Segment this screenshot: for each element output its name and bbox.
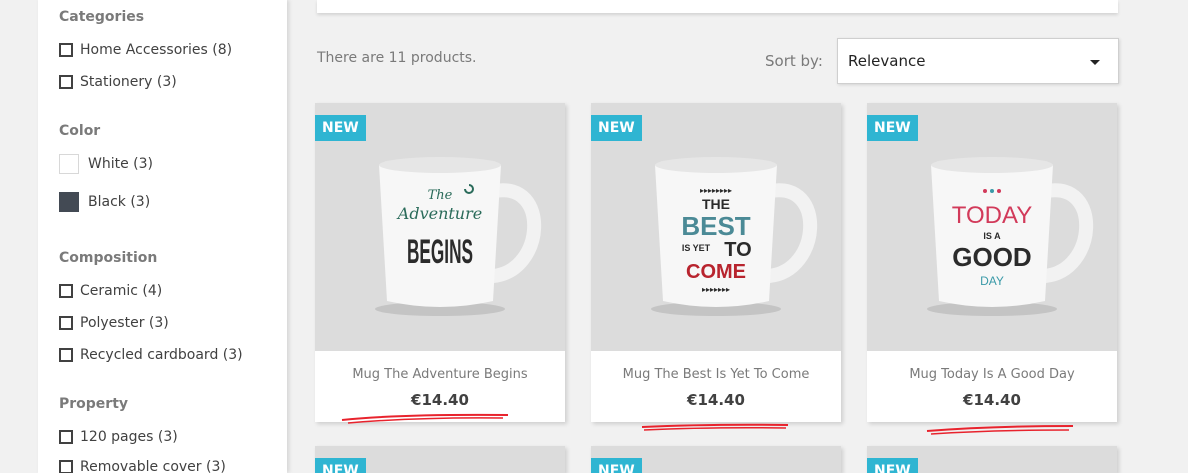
mug-adventure-image: The Adventure BEGINS — [375, 157, 542, 316]
mug-text: TO — [724, 239, 751, 261]
new-badge: NEW — [591, 115, 642, 141]
mug-text: The — [428, 188, 453, 203]
mug-good-day-image: TODAY IS A GOOD DAY — [927, 157, 1094, 316]
filter-polyester[interactable]: Polyester (3) — [59, 315, 169, 331]
product-card[interactable]: The Adventure BEGINS NEW Mug The Adventu… — [315, 103, 565, 422]
red-annotation-underline — [641, 423, 789, 431]
product-card[interactable]: THE BEST IS YET TO COME ▸▸▸▸▸▸▸▸ ▸▸▸▸▸▸▸… — [591, 103, 841, 422]
product-card[interactable]: NEW — [591, 446, 841, 473]
mug-text: BEST — [681, 211, 750, 241]
product-image[interactable]: NEW — [867, 446, 1117, 473]
checkbox[interactable] — [59, 430, 73, 444]
new-badge: NEW — [591, 458, 642, 473]
filter-label: Stationery (3) — [80, 74, 177, 90]
product-name-link[interactable]: Mug The Best Is Yet To Come — [591, 367, 841, 382]
filter-home-accessories[interactable]: Home Accessories (8) — [59, 42, 232, 58]
product-image[interactable]: TODAY IS A GOOD DAY NEW — [867, 103, 1117, 351]
mug-text: THE — [702, 196, 730, 212]
filter-stationery[interactable]: Stationery (3) — [59, 74, 177, 90]
product-price: €14.40 — [687, 391, 745, 409]
new-badge: NEW — [315, 115, 366, 141]
product-image[interactable]: NEW — [591, 446, 841, 473]
filters-sidebar: Categories Home Accessories (8) Statione… — [38, 0, 287, 473]
facet-title-color: Color — [59, 123, 101, 139]
mug-text: TODAY — [952, 202, 1032, 229]
product-image[interactable]: THE BEST IS YET TO COME ▸▸▸▸▸▸▸▸ ▸▸▸▸▸▸▸… — [591, 103, 841, 351]
filter-ceramic[interactable]: Ceramic (4) — [59, 283, 162, 299]
mug-text: GOOD — [952, 242, 1031, 272]
product-image[interactable]: The Adventure BEGINS NEW — [315, 103, 565, 351]
svg-text:▸▸▸▸▸▸▸: ▸▸▸▸▸▸▸ — [702, 285, 730, 294]
mug-best-yet-image: THE BEST IS YET TO COME ▸▸▸▸▸▸▸▸ ▸▸▸▸▸▸▸ — [651, 157, 818, 316]
product-name-link[interactable]: Mug The Adventure Begins — [315, 367, 565, 382]
filter-label: Polyester (3) — [80, 315, 169, 331]
filter-label: White (3) — [88, 156, 153, 172]
sort-label: Sort by: — [765, 52, 823, 70]
product-card[interactable]: NEW — [867, 446, 1117, 473]
filter-label: Home Accessories (8) — [80, 42, 233, 58]
mug-text: Adventure — [396, 204, 482, 223]
sort-dropdown[interactable]: Relevance — [837, 38, 1119, 84]
filter-label: Black (3) — [88, 194, 151, 210]
checkbox[interactable] — [59, 460, 73, 473]
filter-120-pages[interactable]: 120 pages (3) — [59, 429, 178, 445]
filter-removable-cover[interactable]: Removable cover (3) — [59, 459, 226, 473]
product-name-link[interactable]: Mug Today Is A Good Day — [867, 367, 1117, 382]
facet-title-property: Property — [59, 396, 129, 412]
checkbox[interactable] — [59, 316, 73, 330]
category-header-card — [317, 0, 1118, 13]
product-price: €14.40 — [411, 391, 469, 409]
checkbox[interactable] — [59, 43, 73, 57]
filter-color-black[interactable]: Black (3) — [59, 192, 150, 212]
new-badge: NEW — [867, 115, 918, 141]
filter-label: Recycled cardboard (3) — [80, 347, 243, 363]
filter-label: 120 pages (3) — [80, 429, 178, 445]
red-annotation-underline — [341, 413, 509, 424]
product-image[interactable]: NEW — [315, 446, 565, 473]
filter-label: Removable cover (3) — [80, 459, 226, 473]
sort-selected-value: Relevance — [848, 52, 926, 70]
product-card[interactable]: TODAY IS A GOOD DAY NEW Mug Today Is A G… — [867, 103, 1117, 422]
svg-text:▸▸▸▸▸▸▸▸: ▸▸▸▸▸▸▸▸ — [700, 186, 732, 195]
red-annotation-underline — [926, 425, 1074, 435]
filter-label: Ceramic (4) — [80, 283, 163, 299]
product-price: €14.40 — [963, 391, 1021, 409]
checkbox[interactable] — [59, 348, 73, 362]
product-count: There are 11 products. — [317, 50, 477, 66]
filter-recycled-cardboard[interactable]: Recycled cardboard (3) — [59, 347, 243, 363]
mug-text: IS A — [983, 231, 1001, 241]
product-card[interactable]: NEW — [315, 446, 565, 473]
new-badge: NEW — [867, 458, 918, 473]
mug-text: COME — [686, 261, 746, 283]
color-swatch-white[interactable] — [59, 154, 79, 174]
mug-text: BEGINS — [407, 233, 473, 271]
mug-text: IS YET — [682, 243, 711, 253]
checkbox[interactable] — [59, 75, 73, 89]
color-swatch-black[interactable] — [59, 192, 79, 212]
mug-text: DAY — [980, 274, 1004, 288]
filter-color-white[interactable]: White (3) — [59, 154, 153, 174]
facet-title-composition: Composition — [59, 250, 158, 266]
new-badge: NEW — [315, 458, 366, 473]
chevron-down-icon — [1090, 60, 1100, 65]
facet-title-categories: Categories — [59, 9, 145, 25]
checkbox[interactable] — [59, 284, 73, 298]
